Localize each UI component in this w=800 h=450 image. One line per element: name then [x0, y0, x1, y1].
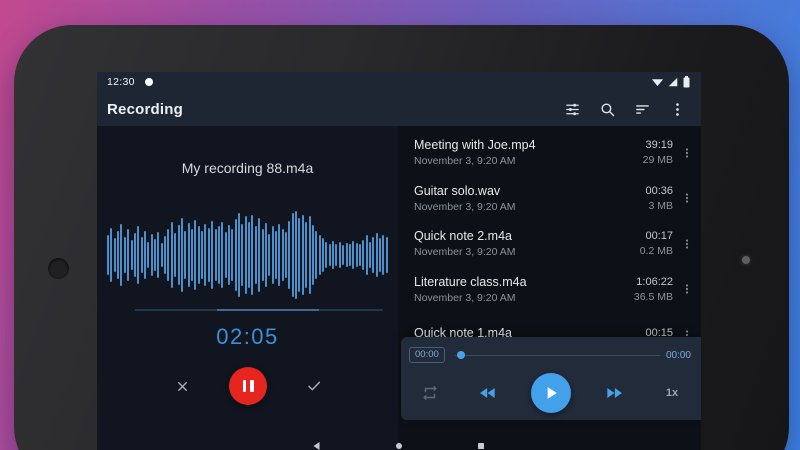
app-bar: Recording	[97, 92, 701, 126]
recordings-list: Meeting with Joe.mp4 November 3, 9:20 AM…	[398, 126, 701, 358]
recording-duration: 00:36	[645, 184, 673, 197]
check-icon	[308, 381, 321, 391]
recording-title: Meeting with Joe.mp4	[414, 138, 536, 153]
rewind-icon	[480, 388, 495, 398]
recording-date: November 3, 9:20 AM	[414, 246, 516, 259]
repeat-button[interactable]	[415, 378, 445, 408]
recording-date: November 3, 9:20 AM	[414, 200, 516, 213]
recorder-pane: My recording 88.m4a 02:05	[97, 126, 398, 450]
list-item[interactable]: Guitar solo.wav November 3, 9:20 AM 00:3…	[414, 176, 695, 222]
recording-size: 3 MB	[648, 199, 673, 212]
more-vert-icon[interactable]	[667, 99, 687, 119]
list-item[interactable]: Meeting with Joe.mp4 November 3, 9:20 AM…	[414, 130, 695, 176]
discard-recording-button[interactable]	[168, 372, 196, 400]
status-bar: 12:30	[97, 72, 701, 92]
recording-size: 36.5 MB	[633, 290, 673, 303]
pause-recording-button[interactable]	[229, 367, 267, 405]
recording-date: November 3, 9:20 AM	[414, 291, 516, 304]
repeat-icon	[423, 385, 437, 401]
recording-title: Literature class.m4a	[414, 274, 527, 289]
back-button[interactable]	[310, 439, 324, 450]
home-button[interactable]	[392, 439, 406, 450]
wifi-icon	[651, 79, 664, 87]
elapsed-time-chip: 00:00	[409, 347, 445, 363]
play-icon	[547, 387, 557, 399]
waveform-visualization	[107, 211, 388, 299]
recording-size: 29 MB	[642, 154, 673, 167]
pause-icon	[242, 380, 254, 392]
item-more-vert-icon[interactable]	[679, 277, 695, 301]
navigation-bar	[97, 438, 701, 450]
seek-slider[interactable]	[454, 350, 660, 360]
recording-duration: 39:19	[645, 139, 673, 152]
close-icon	[177, 381, 187, 391]
cellular-icon	[668, 77, 678, 87]
list-item[interactable]: Literature class.m4a November 3, 9:20 AM…	[414, 267, 695, 313]
tune-icon[interactable]	[562, 99, 582, 119]
tablet-device: 12:30 Recording My recording 88.m4a 02:0…	[14, 25, 789, 450]
battery-icon	[683, 76, 690, 88]
recordings-pane: Meeting with Joe.mp4 November 3, 9:20 AM…	[398, 126, 701, 450]
status-time: 12:30	[107, 76, 135, 88]
recorder-controls	[97, 366, 398, 406]
item-more-vert-icon[interactable]	[679, 141, 695, 165]
home-icon	[396, 443, 402, 449]
item-more-vert-icon[interactable]	[679, 186, 695, 210]
fast-forward-button[interactable]	[599, 378, 629, 408]
play-button[interactable]	[531, 373, 571, 413]
recents-icon	[478, 443, 484, 449]
playback-speed-button[interactable]: 1x	[657, 387, 687, 399]
page-title: Recording	[107, 100, 183, 118]
recording-notification-icon	[144, 78, 153, 86]
recording-title: Quick note 2.m4a	[414, 229, 512, 244]
recording-filename: My recording 88.m4a	[181, 160, 314, 176]
fast-forward-icon	[607, 388, 622, 398]
seek-thumb[interactable]	[456, 351, 465, 359]
content-area: My recording 88.m4a 02:05 Meeting with J…	[97, 126, 701, 450]
item-more-vert-icon[interactable]	[679, 232, 695, 256]
recording-date: November 3, 9:20 AM	[414, 155, 516, 168]
remaining-time: 00:00	[665, 349, 691, 361]
rewind-button[interactable]	[473, 378, 503, 408]
waveform-progress-line	[135, 309, 383, 311]
recording-timer: 02:05	[216, 324, 279, 349]
recording-title: Guitar solo.wav	[414, 183, 501, 198]
playback-panel: 00:00 00:00 1x	[401, 337, 701, 420]
search-icon[interactable]	[597, 99, 617, 119]
recording-duration: 1:06:22	[636, 275, 673, 288]
list-item[interactable]: Quick note 2.m4a November 3, 9:20 AM 00:…	[414, 221, 695, 267]
recording-duration: 00:17	[645, 230, 673, 243]
save-recording-button[interactable]	[300, 372, 328, 400]
camera-dot	[742, 256, 750, 264]
device-screen: 12:30 Recording My recording 88.m4a 02:0…	[97, 72, 701, 450]
front-camera	[48, 258, 69, 279]
sort-icon[interactable]	[632, 99, 652, 119]
seek-track	[454, 354, 660, 356]
recording-size: 0.2 MB	[639, 245, 673, 258]
back-icon	[313, 442, 320, 450]
recents-button[interactable]	[474, 439, 488, 450]
